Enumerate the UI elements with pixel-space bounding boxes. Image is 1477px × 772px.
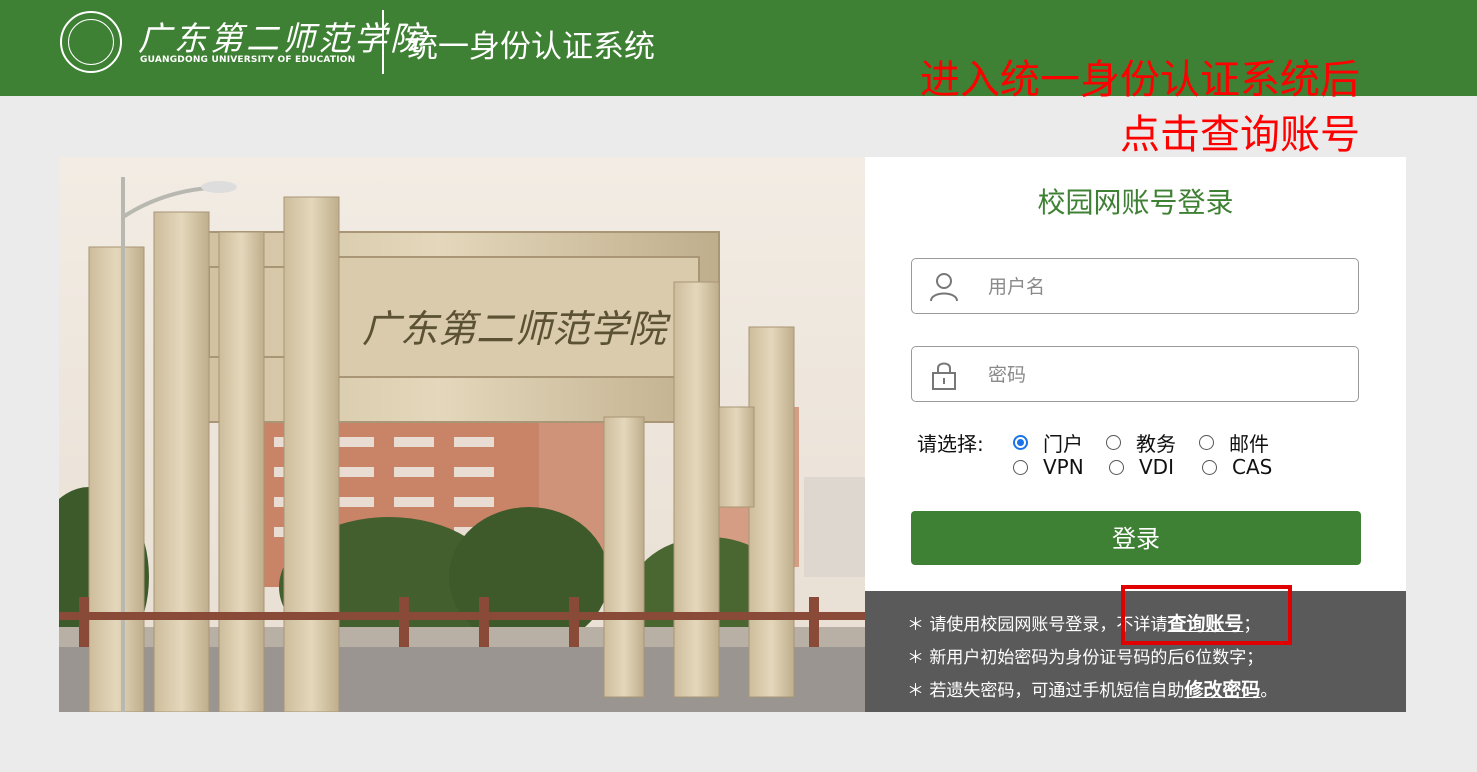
- radio-label: 门户: [1043, 432, 1083, 456]
- radio-mail[interactable]: 邮件: [1199, 428, 1269, 457]
- login-title: 校园网账号登录: [1037, 186, 1234, 219]
- notice-text: 若遗失密码，可通过手机短信自助: [929, 681, 1185, 701]
- notice-text: 新用户初始密码为身份证号码的后6位数字；: [929, 648, 1264, 668]
- radio-button[interactable]: [1013, 459, 1028, 475]
- university-seal-logo: [60, 11, 122, 73]
- annotation-line-1: 进入统一身份认证系统后: [920, 57, 1360, 103]
- radio-button[interactable]: [1013, 435, 1028, 450]
- user-icon: [930, 273, 958, 302]
- annotation-highlight-box: [1121, 585, 1292, 645]
- username-field[interactable]: [911, 258, 1359, 314]
- notice-line-3: ＊ 若遗失密码，可通过手机短信自助修改密码。: [907, 675, 1277, 702]
- radio-vdi[interactable]: VDI: [1109, 455, 1174, 479]
- radio-cas[interactable]: CAS: [1202, 455, 1272, 479]
- choose-label: 请选择:: [917, 432, 984, 456]
- password-field[interactable]: [911, 346, 1359, 402]
- header-divider: [382, 10, 384, 74]
- password-input[interactable]: [986, 359, 1330, 391]
- radio-vpn[interactable]: VPN: [1013, 455, 1084, 479]
- radio-label: 教务: [1136, 432, 1176, 456]
- notice-punct: 。: [1260, 681, 1278, 701]
- username-input[interactable]: [986, 271, 1330, 303]
- system-title: 统一身份认证系统: [407, 29, 655, 65]
- lock-icon: [932, 362, 956, 390]
- radio-label: CAS: [1232, 455, 1273, 479]
- bullet: ＊: [907, 615, 924, 635]
- gate-inscription: 广东第二师范学院: [362, 307, 671, 351]
- campus-gate-photo: 广东第二师范学院: [59, 157, 865, 712]
- radio-button[interactable]: [1202, 459, 1217, 475]
- bullet: ＊: [907, 681, 924, 701]
- notice-line-2: ＊ 新用户初始密码为身份证号码的后6位数字；: [907, 643, 1263, 668]
- radio-academic[interactable]: 教务: [1106, 428, 1176, 457]
- radio-label: VDI: [1139, 455, 1174, 479]
- login-button[interactable]: 登录: [911, 511, 1361, 565]
- radio-button[interactable]: [1109, 459, 1124, 475]
- radio-button[interactable]: [1106, 435, 1121, 450]
- annotation-line-2: 点击查询账号: [1120, 112, 1360, 158]
- university-name-en: GUANGDONG UNIVERSITY OF EDUCATION: [140, 55, 356, 65]
- radio-button[interactable]: [1199, 435, 1214, 450]
- change-password-link[interactable]: 修改密码: [1184, 679, 1260, 701]
- radio-portal[interactable]: 门户: [1013, 428, 1083, 457]
- bullet: ＊: [907, 648, 924, 668]
- radio-label: 邮件: [1229, 432, 1269, 456]
- radio-label: VPN: [1043, 455, 1084, 479]
